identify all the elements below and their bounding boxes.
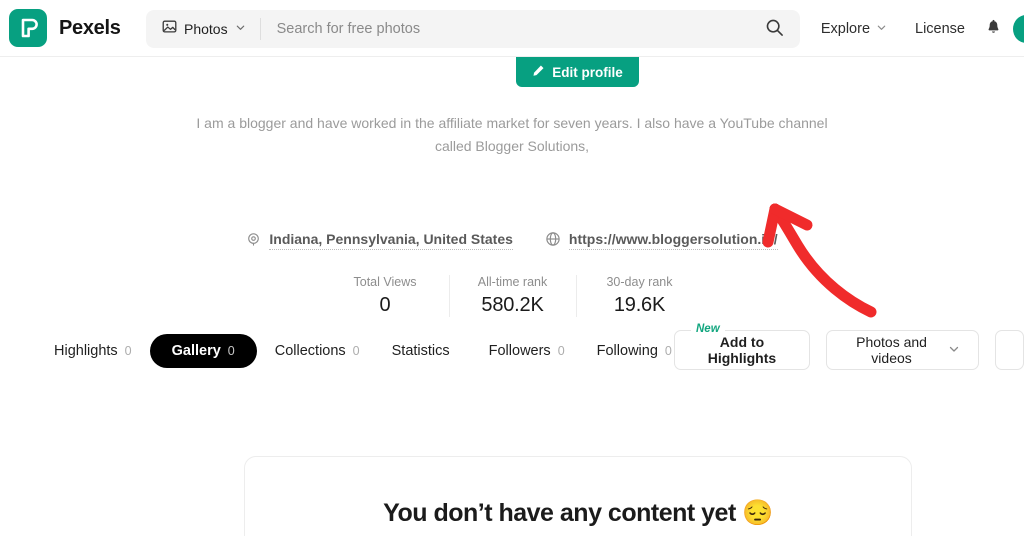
tab-statistics[interactable]: Statistics [378,334,471,368]
search-input[interactable] [260,10,759,48]
chevron-down-icon [235,20,246,38]
tab-collections[interactable]: Collections 0 [261,334,374,368]
profile-stats: Total Views 0 All-time rank 580.2K 30-da… [0,275,1024,317]
tab-count: 0 [352,344,360,358]
chevron-down-icon [876,21,887,37]
tab-label: Highlights [54,343,118,359]
profile-location[interactable]: Indiana, Pennsylvania, United States [246,231,513,250]
tab-count: 0 [557,344,565,358]
header-nav: Explore License [807,0,1024,57]
brand-name: Pexels [59,16,121,39]
tab-label: Following [596,343,658,359]
profile-location-text: Indiana, Pennsylvania, United States [269,231,513,250]
empty-content-card: You don’t have any content yet 😔 [244,456,912,536]
search-icon [765,18,784,40]
stat-label: 30-day rank [606,275,673,289]
stat-total-views: Total Views 0 [322,275,449,317]
tab-label: Collections [274,343,346,359]
empty-state-title: You don’t have any content yet 😔 [383,499,773,527]
stat-30-day-rank: 30-day rank 19.6K [575,275,703,317]
tab-actions: New Add to Highlights Photos and videos [674,323,1024,370]
tab-highlights[interactable]: Highlights 0 [40,334,146,368]
bell-icon [985,19,1002,39]
add-to-highlights-button[interactable]: New Add to Highlights [674,323,810,370]
edit-profile-button[interactable]: Edit profile [516,57,639,87]
stat-label: All-time rank [477,275,548,289]
globe-icon [545,231,561,250]
tab-label: Followers [488,343,551,359]
add-to-highlights-label: Add to Highlights [707,334,777,366]
stat-value: 580.2K [481,294,544,316]
nav-link-explore-label: Explore [820,20,871,37]
new-badge: New [691,323,725,335]
nav-link-license[interactable]: License [901,21,979,37]
search-type-selector[interactable]: Photos [146,10,260,48]
media-filter-dropdown[interactable]: Photos and videos [825,330,980,370]
tab-gallery[interactable]: Gallery 0 [149,334,257,368]
edit-profile-label: Edit profile [552,64,623,80]
pexels-p-logo-icon [9,9,47,47]
overflow-action-button[interactable] [995,330,1024,370]
profile-tabs-row: Highlights 0 Gallery 0 Collections 0 Sta… [0,323,1024,374]
nav-link-license-label: License [915,20,965,37]
tab-count: 0 [664,344,672,358]
stat-label: Total Views [353,275,417,289]
tab-label: Gallery [171,343,221,359]
pencil-icon [532,64,545,80]
tab-count: 0 [124,344,132,358]
profile-website-text: https://www.bloggersolution.in/ [568,231,778,250]
profile-website-link[interactable]: https://www.bloggersolution.in/ [545,231,778,250]
search-type-label: Photos [184,21,228,37]
nav-link-explore[interactable]: Explore [807,21,901,37]
image-icon [162,19,177,39]
profile-tabs: Highlights 0 Gallery 0 Collections 0 Sta… [40,334,686,368]
site-header: Pexels Photos Search for free photos Exp… [0,0,1024,57]
location-pin-icon [246,232,261,250]
brand-logo[interactable]: Pexels [9,9,121,47]
profile-meta-row: Indiana, Pennsylvania, United States htt… [0,231,1024,250]
stat-value: 0 [379,294,391,316]
stat-all-time-rank: All-time rank 580.2K [448,275,576,317]
avatar[interactable] [1012,13,1024,44]
tab-count: 0 [227,344,235,358]
tab-following[interactable]: Following 0 [583,334,686,368]
notifications-button[interactable] [979,19,1012,39]
tab-label: Statistics [391,343,450,359]
chevron-down-icon [948,342,960,358]
search-submit-button[interactable] [759,10,800,48]
tab-followers[interactable]: Followers 0 [475,334,579,368]
search-bar: Photos [146,10,800,48]
media-filter-label: Photos and videos [856,334,927,366]
profile-bio: I am a blogger and have worked in the af… [196,115,828,154]
stat-value: 19.6K [613,294,666,316]
